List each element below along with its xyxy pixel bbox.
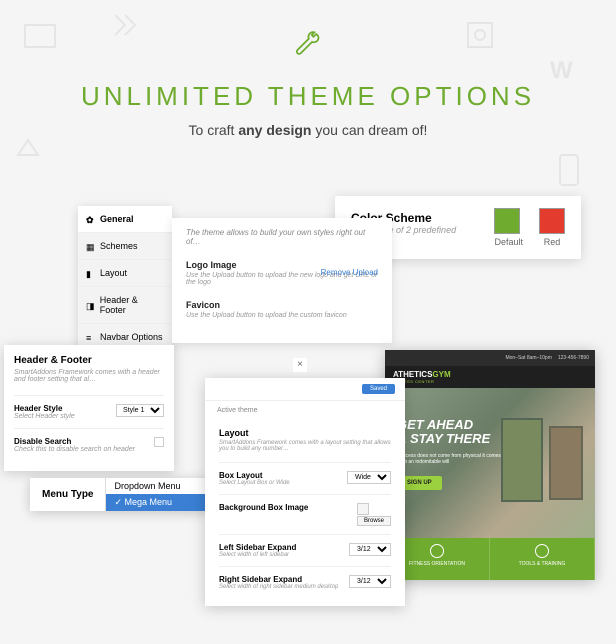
hf-title: Header & Footer	[14, 355, 164, 366]
preview-nav: ATHETICSGYM FITNESS CENTER	[385, 366, 595, 388]
tab-header-footer[interactable]: ◨Header & Footer	[78, 287, 172, 324]
preview-footer: FITNESS ORIENTATION TOOLS & TRAINING	[385, 538, 595, 580]
menu-type-dropdown[interactable]: Dropdown Menu Mega Menu	[105, 478, 210, 511]
layout-note: SmartAddons Framework comes with a layou…	[219, 440, 391, 452]
preview-hours: Mon–Sat 8am–10pm	[505, 355, 551, 361]
swatch-red[interactable]: Red	[539, 208, 565, 247]
menu-type-panel: Menu Type Dropdown Menu Mega Menu	[30, 478, 210, 511]
tools-icon	[535, 544, 549, 558]
saved-badge: Saved	[362, 384, 395, 394]
tab-layout[interactable]: ▮Layout	[78, 260, 172, 287]
header-style-select[interactable]: Style 1	[116, 404, 164, 417]
header-icon: ◨	[86, 301, 95, 310]
menu-option-mega[interactable]: Mega Menu	[106, 494, 210, 511]
favicon-label: Favicon	[186, 300, 378, 310]
theme-preview: Mon–Sat 8am–10pm 123-456-7890 ATHETICSGY…	[385, 350, 595, 580]
box-layout-label: Box Layout	[219, 471, 290, 480]
hero-line2: & STAY THERE	[397, 432, 507, 446]
tab-general[interactable]: ✿General	[78, 206, 172, 233]
header-footer-panel: Header & Footer SmartAddons Framework co…	[4, 345, 174, 471]
preview-phone: 123-456-7890	[558, 355, 589, 361]
left-sidebar-label: Left Sidebar Expand	[219, 543, 296, 552]
preview-topbar: Mon–Sat 8am–10pm 123-456-7890	[385, 350, 595, 366]
menu-icon: ≡	[86, 333, 95, 342]
fitness-icon	[430, 544, 444, 558]
hero-paragraph: Success does not come from physical it c…	[397, 453, 507, 466]
gear-icon: ✿	[86, 215, 95, 224]
favicon-desc: Use the Upload button to upload the cust…	[186, 312, 378, 319]
layout-panel: Saved Active theme Layout SmartAddons Fr…	[205, 378, 405, 606]
grid-icon: ▦	[86, 242, 95, 251]
remove-upload-link[interactable]: Remove Upload	[321, 268, 378, 277]
left-sidebar-select[interactable]: 3/12	[349, 543, 391, 556]
swatch-red-color	[539, 208, 565, 234]
disable-search-label: Disable Search	[14, 437, 135, 446]
swatch-default[interactable]: Default	[494, 208, 523, 247]
disable-search-checkbox[interactable]	[154, 437, 164, 447]
active-theme-label: Active theme	[205, 401, 405, 420]
footer-col-2[interactable]: TOOLS & TRAINING	[490, 538, 595, 580]
settings-tabs: ✿General ▦Schemes ▮Layout ◨Header & Foot…	[78, 206, 172, 351]
general-intro: The theme allows to build your own style…	[186, 228, 378, 246]
header-style-label: Header Style	[14, 404, 75, 413]
browse-button[interactable]: Browse	[357, 516, 391, 526]
box-layout-select[interactable]: Wide	[347, 471, 391, 484]
right-sidebar-select[interactable]: 3/12	[349, 575, 391, 588]
swatch-default-color	[494, 208, 520, 234]
general-settings-panel: The theme allows to build your own style…	[172, 218, 392, 343]
tab-schemes[interactable]: ▦Schemes	[78, 233, 172, 260]
bg-preview-box	[357, 503, 369, 515]
menu-type-label: Menu Type	[30, 479, 105, 510]
layout-icon: ▮	[86, 269, 95, 278]
hf-note: SmartAddons Framework comes with a heade…	[14, 369, 164, 383]
right-sidebar-label: Right Sidebar Expand	[219, 575, 338, 584]
hero-line1: GET AHEAD	[397, 418, 507, 432]
bg-image-label: Background Box Image	[219, 503, 308, 512]
layout-title: Layout	[219, 428, 391, 438]
menu-option-dropdown[interactable]: Dropdown Menu	[106, 478, 210, 494]
close-icon[interactable]: ×	[293, 358, 307, 372]
preview-hero: GET AHEAD & STAY THERE Success does not …	[385, 388, 595, 538]
